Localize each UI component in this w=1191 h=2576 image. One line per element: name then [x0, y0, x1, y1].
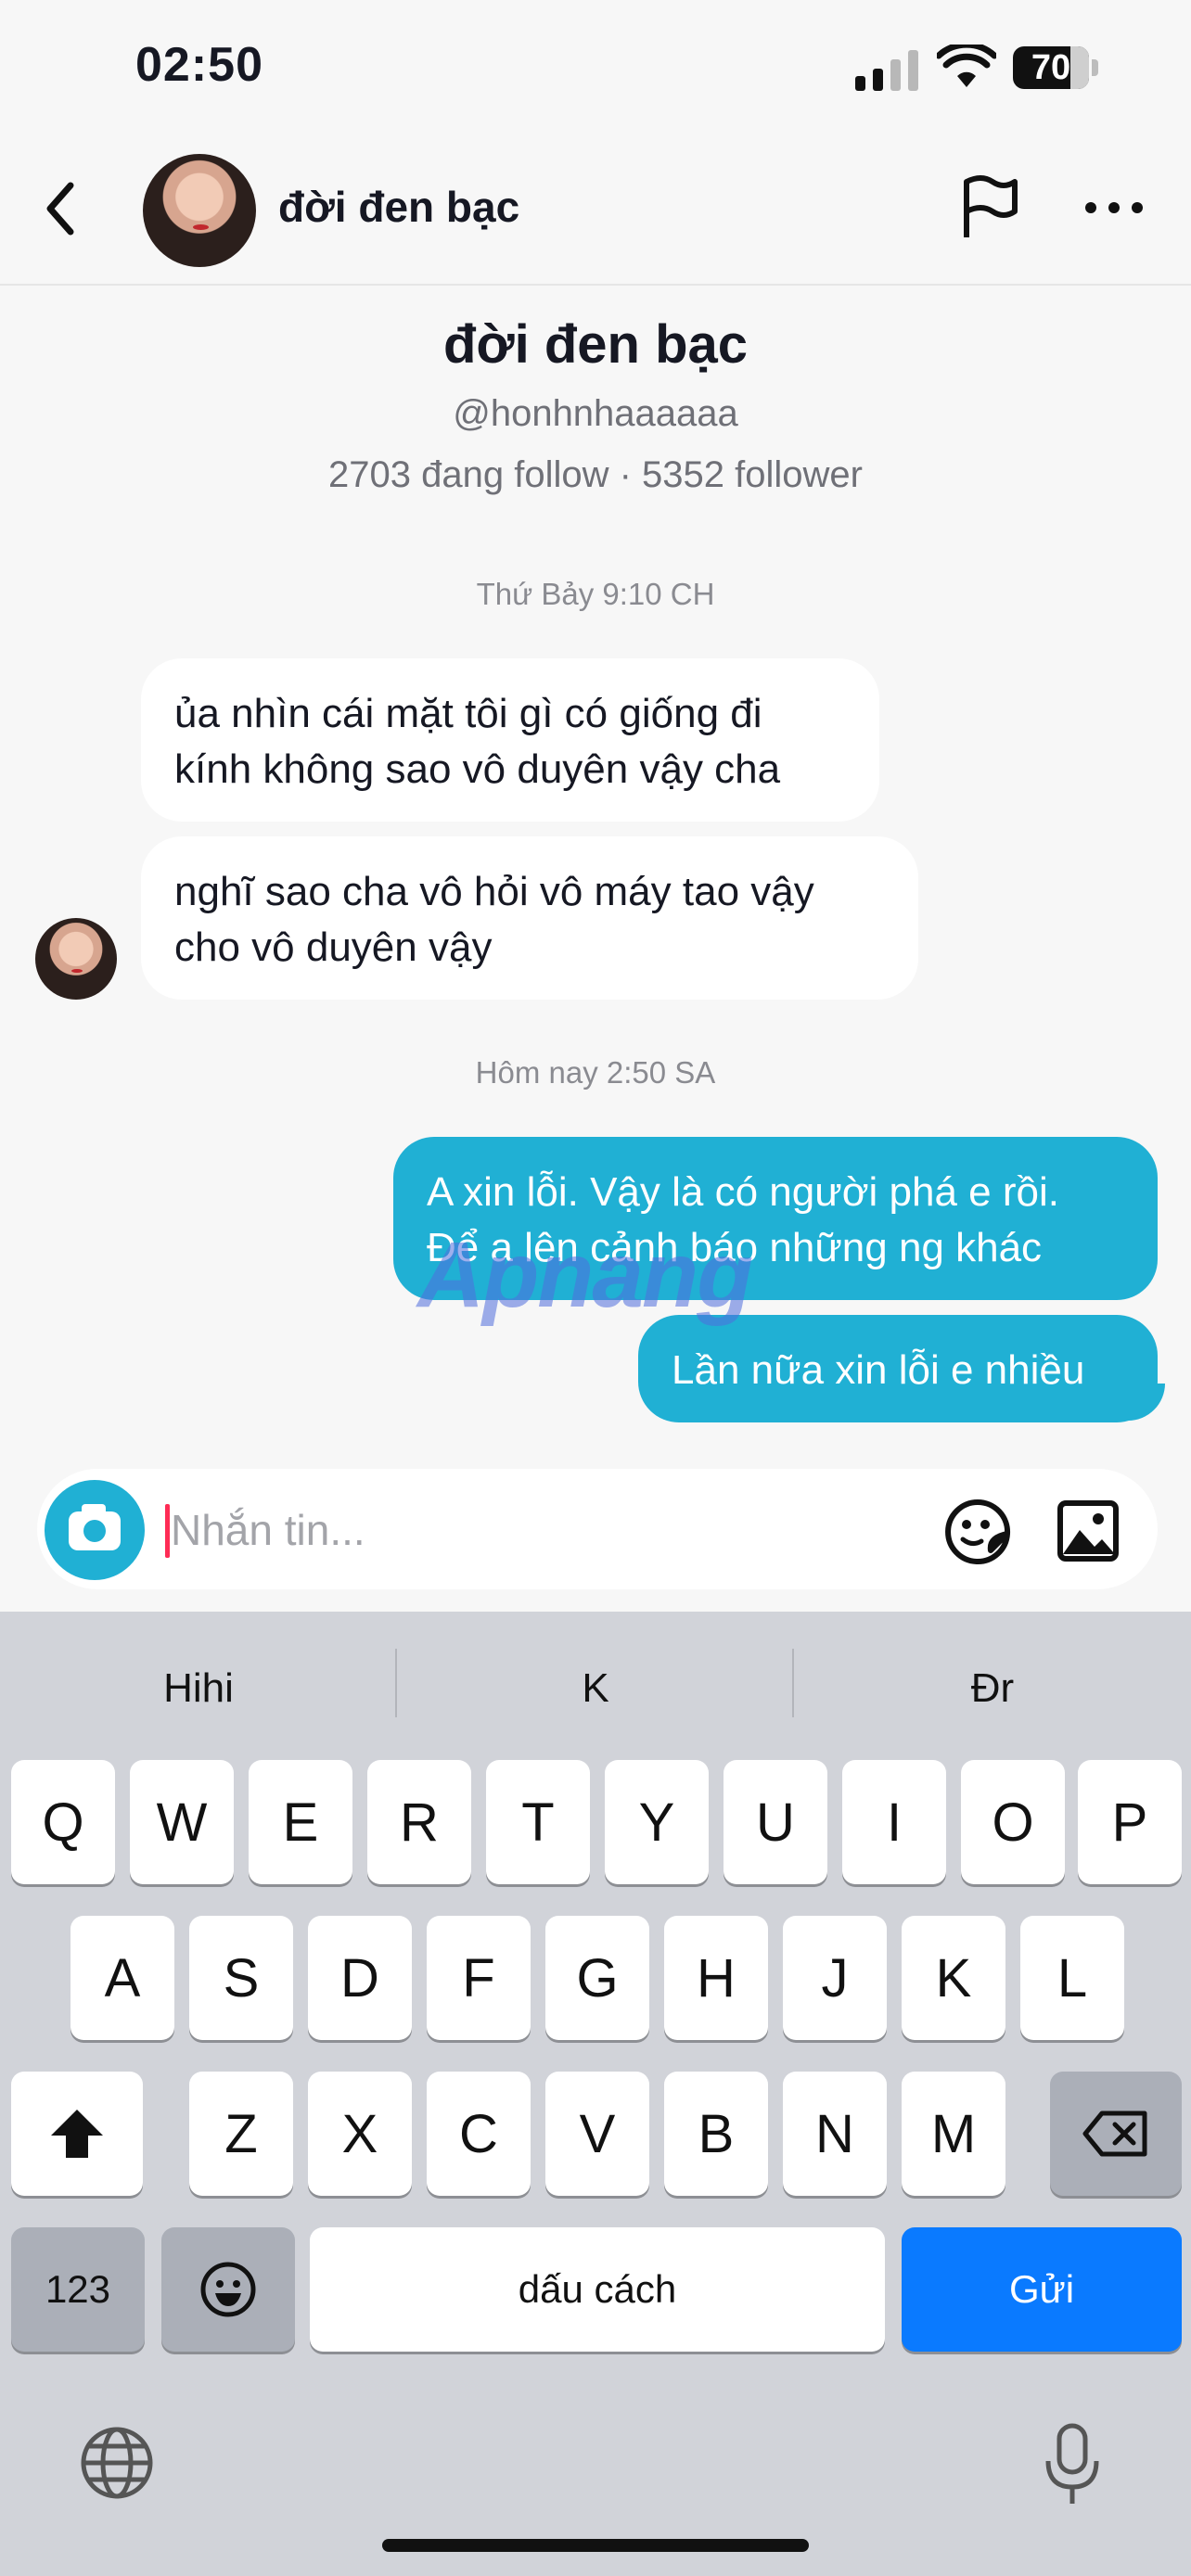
message-line: kính không sao vô duyên vậy cha [174, 746, 781, 792]
shift-icon [51, 2110, 103, 2158]
key-y[interactable]: Y [605, 1760, 709, 1884]
flag-icon[interactable] [959, 174, 1020, 241]
delete-key[interactable] [1050, 2072, 1182, 2196]
key-t[interactable]: T [486, 1760, 590, 1884]
camera-button[interactable] [45, 1480, 145, 1580]
incoming-message[interactable]: ủa nhìn cái mặt tôi gì có giống đi kính … [141, 658, 879, 822]
suggestion-3[interactable]: Đr [794, 1649, 1191, 1728]
shift-key[interactable] [11, 2072, 143, 2196]
key-v[interactable]: V [545, 2072, 649, 2196]
message-line: cho vô duyên vậy [174, 925, 493, 970]
backspace-icon [1082, 2111, 1147, 2157]
timestamp: Hôm nay 2:50 SA [475, 1055, 716, 1090]
battery-icon: 70 [1013, 46, 1089, 89]
key-x[interactable]: X [308, 2072, 412, 2196]
message-line: ủa nhìn cái mặt tôi gì có giống đi [174, 691, 762, 736]
text-cursor [165, 1504, 170, 1558]
profile-handle: @honhnhaaaaaa [453, 393, 738, 434]
key-f[interactable]: F [427, 1916, 531, 2040]
key-k[interactable]: K [902, 1916, 1005, 2040]
key-w[interactable]: W [130, 1760, 234, 1884]
key-g[interactable]: G [545, 1916, 649, 2040]
globe-icon[interactable] [78, 2424, 156, 2502]
suggestion-2[interactable]: K [397, 1649, 794, 1728]
back-icon[interactable] [37, 176, 83, 241]
timestamp: Thứ Bảy 9:10 CH [476, 577, 715, 611]
sticker-icon[interactable] [942, 1497, 1013, 1567]
image-icon[interactable] [1056, 1498, 1121, 1563]
space-key[interactable]: dấu cách [310, 2227, 885, 2352]
key-a[interactable]: A [70, 1916, 174, 2040]
cellular-signal-icon [855, 48, 918, 91]
key-e[interactable]: E [249, 1760, 352, 1884]
battery-cap [1092, 59, 1098, 76]
send-key[interactable]: Gửi [902, 2227, 1182, 2352]
key-r[interactable]: R [367, 1760, 471, 1884]
watermark-logo: Apnang [417, 1223, 753, 1327]
camera-icon [83, 1520, 106, 1542]
incoming-message[interactable]: nghĩ sao cha vô hỏi vô máy tao vậy cho v… [141, 836, 918, 1000]
key-j[interactable]: J [783, 1916, 887, 2040]
message-line: nghĩ sao cha vô hỏi vô máy tao vậy [174, 869, 814, 914]
key-d[interactable]: D [308, 1916, 412, 2040]
message-line: Lần nữa xin lỗi e nhiều [672, 1347, 1085, 1393]
key-q[interactable]: Q [11, 1760, 115, 1884]
outgoing-message[interactable]: Lần nữa xin lỗi e nhiều [638, 1315, 1158, 1422]
numbers-key[interactable]: 123 [11, 2227, 145, 2352]
home-indicator [382, 2539, 809, 2552]
suggestion-1[interactable]: Hihi [0, 1649, 397, 1728]
sender-avatar[interactable] [35, 918, 117, 1000]
key-b[interactable]: B [664, 2072, 768, 2196]
key-s[interactable]: S [189, 1916, 293, 2040]
profile-name: đời đen bạc [442, 314, 749, 375]
key-z[interactable]: Z [189, 2072, 293, 2196]
emoji-icon [200, 2262, 256, 2317]
key-u[interactable]: U [724, 1760, 827, 1884]
key-l[interactable]: L [1020, 1916, 1124, 2040]
key-p[interactable]: P [1078, 1760, 1182, 1884]
header-divider [0, 284, 1191, 286]
key-n[interactable]: N [783, 2072, 887, 2196]
key-o[interactable]: O [961, 1760, 1065, 1884]
header-title[interactable]: đời đen bạc [278, 182, 519, 232]
message-line: A xin lỗi. Vậy là có người phá e rồi. [427, 1169, 1059, 1215]
profile-stats: 2703 đang follow · 5352 follower [328, 454, 863, 495]
header-avatar[interactable] [143, 154, 256, 267]
key-c[interactable]: C [427, 2072, 531, 2196]
key-h[interactable]: H [664, 1916, 768, 2040]
microphone-icon[interactable] [1043, 2422, 1102, 2507]
more-options-icon[interactable] [1082, 197, 1146, 219]
wifi-icon [937, 45, 996, 87]
status-time: 02:50 [135, 38, 263, 92]
message-input[interactable] [171, 1495, 913, 1565]
emoji-key[interactable] [161, 2227, 295, 2352]
battery-level: 70 [1031, 47, 1071, 87]
key-i[interactable]: I [842, 1760, 946, 1884]
key-m[interactable]: M [902, 2072, 1005, 2196]
